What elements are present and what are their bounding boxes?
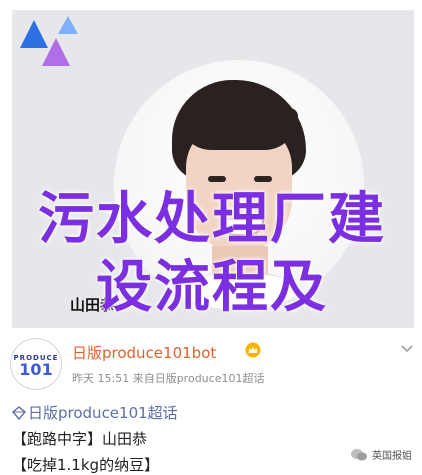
profile-card: 山田恭 污水处理厂建 设流程及 bbox=[12, 10, 414, 328]
crown-badge-icon bbox=[245, 342, 261, 358]
chevron-down-icon[interactable] bbox=[400, 344, 414, 354]
avatar[interactable]: PRODUCE 101 bbox=[10, 338, 62, 390]
content-line-3: 【吃掉1.1kg的纳豆】 bbox=[12, 456, 160, 474]
fringe-shape bbox=[178, 108, 298, 150]
corner-decoration bbox=[20, 16, 78, 66]
overlay-title-line-2: 设流程及 bbox=[96, 255, 328, 320]
overlay-title-line-1: 污水处理厂建 bbox=[38, 187, 386, 252]
username-link[interactable]: 日版produce101bot bbox=[72, 342, 216, 363]
post-source-sep: 来自 bbox=[132, 372, 155, 385]
post-header: PRODUCE 101 日版produce101bot 昨天 15:51 来自日… bbox=[0, 330, 422, 390]
post-meta: 昨天 15:51 来自日版produce101超话 bbox=[72, 370, 264, 386]
watermark-text: 英国报姐 bbox=[372, 451, 412, 462]
left-eye bbox=[208, 176, 226, 182]
post-source-link[interactable]: 日版produce101超话 bbox=[155, 372, 265, 385]
post-timestamp: 昨天 15:51 bbox=[72, 372, 130, 385]
wechat-icon bbox=[351, 448, 367, 460]
diamond-topic-icon bbox=[12, 406, 26, 420]
watermark: 英国报姐 bbox=[350, 447, 412, 462]
topic-line[interactable]: 日版produce101超话 bbox=[12, 402, 178, 423]
content-line-2: 【跑路中字】山田恭 bbox=[12, 430, 148, 448]
right-eye bbox=[254, 176, 272, 182]
topic-link[interactable]: 日版produce101超话 bbox=[28, 404, 178, 422]
avatar-number: 101 bbox=[19, 360, 53, 379]
